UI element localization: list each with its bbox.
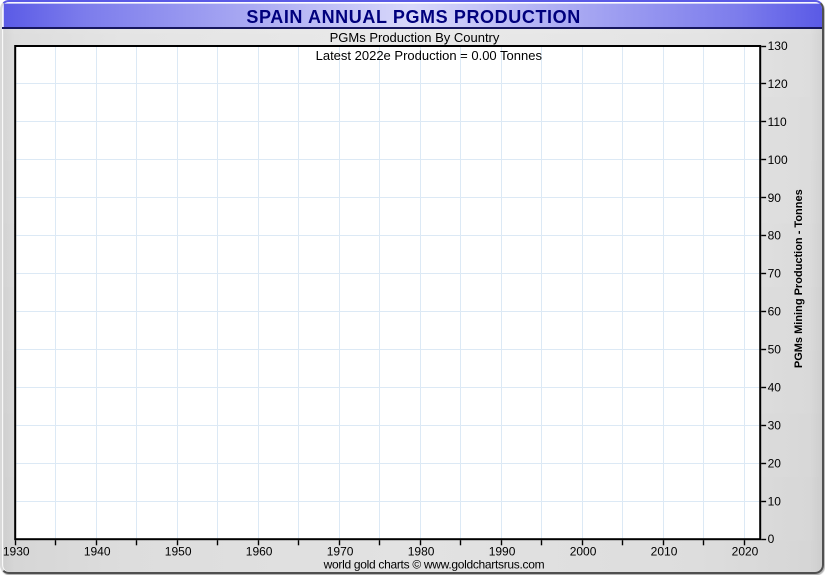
svg-text:120: 120 bbox=[768, 77, 788, 91]
svg-text:Latest 2022e Production = 0.00: Latest 2022e Production = 0.00 Tonnes bbox=[316, 48, 543, 63]
svg-text:1940: 1940 bbox=[84, 545, 111, 559]
svg-text:2020: 2020 bbox=[732, 545, 759, 559]
svg-text:1990: 1990 bbox=[489, 545, 516, 559]
svg-text:50: 50 bbox=[768, 343, 782, 357]
svg-text:1930: 1930 bbox=[3, 545, 30, 559]
svg-text:90: 90 bbox=[768, 191, 782, 205]
svg-text:world gold charts © www.goldch: world gold charts © www.goldchartsrus.co… bbox=[323, 558, 545, 572]
svg-text:2010: 2010 bbox=[651, 545, 678, 559]
svg-text:PGMs Production By Country: PGMs Production By Country bbox=[330, 30, 500, 45]
svg-text:0: 0 bbox=[768, 532, 775, 546]
svg-text:30: 30 bbox=[768, 418, 782, 432]
svg-text:110: 110 bbox=[768, 115, 787, 129]
svg-text:1950: 1950 bbox=[165, 545, 192, 559]
svg-text:70: 70 bbox=[768, 267, 782, 281]
svg-text:1980: 1980 bbox=[408, 545, 435, 559]
svg-text:1970: 1970 bbox=[327, 545, 354, 559]
svg-text:130: 130 bbox=[768, 39, 788, 53]
svg-text:10: 10 bbox=[768, 494, 782, 508]
svg-text:PGMs Mining Production - Tonne: PGMs Mining Production - Tonnes bbox=[793, 189, 805, 368]
svg-text:20: 20 bbox=[768, 456, 782, 470]
svg-text:40: 40 bbox=[768, 380, 782, 394]
svg-text:2000: 2000 bbox=[570, 545, 597, 559]
svg-text:1960: 1960 bbox=[246, 545, 273, 559]
svg-text:100: 100 bbox=[768, 153, 788, 167]
svg-text:60: 60 bbox=[768, 305, 782, 319]
svg-text:80: 80 bbox=[768, 229, 782, 243]
